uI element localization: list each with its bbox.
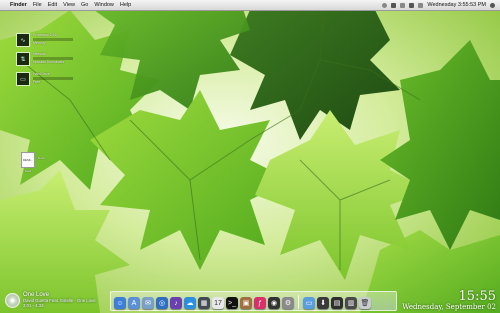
dashboard-icon[interactable]: ◉	[268, 297, 280, 309]
ichat-icon[interactable]: ☁	[184, 297, 196, 309]
processor-widget[interactable]: ∿ Processor 2.46 Memory	[16, 33, 73, 47]
mail-icon[interactable]: ✉	[142, 297, 154, 309]
menubar-clock[interactable]: Wednesday 3:55:53 PM	[427, 2, 486, 8]
calendar-icon[interactable]: 17	[212, 297, 224, 309]
itunes-icon[interactable]: ♪	[170, 297, 182, 309]
terminal-icon[interactable]: >_	[226, 297, 238, 309]
menu-edit[interactable]: Edit	[48, 2, 57, 8]
widget-line1: Network	[33, 52, 46, 56]
bluetooth-icon[interactable]	[382, 2, 388, 8]
cd-disc-icon	[5, 292, 20, 308]
harddrive-widget[interactable]: ▭ Hard Drive Free	[16, 72, 73, 86]
stack-icon[interactable]: ▥	[345, 297, 357, 309]
menu-go[interactable]: Go	[81, 2, 88, 8]
now-playing-time: 3:01 - 4:33	[23, 303, 44, 308]
network-widget[interactable]: ⇅ Network Uploads Downloads	[16, 52, 73, 66]
time-machine-icon[interactable]	[391, 2, 397, 8]
desktop-file-label: Desk	[24, 169, 32, 173]
widget-line1: Hard Drive	[33, 72, 50, 76]
menu-view[interactable]: View	[63, 2, 75, 8]
preview-icon[interactable]: ▦	[198, 297, 210, 309]
widget-line2: Free	[33, 80, 41, 84]
battery-icon[interactable]	[418, 2, 424, 8]
trash-icon[interactable]: 🗑	[359, 297, 371, 309]
document-icon: DESK...	[21, 152, 35, 168]
activity-icon: ∿	[16, 33, 30, 47]
disk-icon: ▭	[16, 72, 30, 86]
volume-icon[interactable]	[409, 2, 415, 8]
flash-icon[interactable]: ƒ	[254, 297, 266, 309]
spotlight-icon[interactable]	[490, 2, 495, 8]
widget-line1: Processor 2.46	[33, 33, 57, 37]
preferences-icon[interactable]: ⚙	[282, 297, 294, 309]
now-playing-widget[interactable]: One Love David Guetta Feat. Estelle - On…	[5, 292, 96, 308]
downloads-icon[interactable]: ⬇	[317, 297, 329, 309]
applications-icon[interactable]: ▤	[331, 297, 343, 309]
desktop-file-icon[interactable]: DESK... Desk	[21, 152, 35, 173]
wifi-icon[interactable]	[400, 2, 406, 8]
desktop-clock: 15:55 Wednesday, September 02	[402, 290, 496, 311]
photo-icon[interactable]: ▣	[240, 297, 252, 309]
menu-bar: Finder File Edit View Go Window Help Wed…	[0, 0, 500, 11]
desktop-docs-label[interactable]: Docs	[38, 156, 45, 160]
widget-line2: Uploads Downloads	[33, 60, 65, 64]
folder-icon[interactable]: ▭	[303, 297, 315, 309]
widget-line2: Memory	[33, 41, 46, 45]
menu-help[interactable]: Help	[120, 2, 131, 8]
menu-file[interactable]: File	[33, 2, 42, 8]
dock-separator	[298, 295, 299, 309]
finder-icon[interactable]: ☺	[114, 297, 126, 309]
menu-window[interactable]: Window	[94, 2, 114, 8]
dock-icons: ☺ A ✉ ◎ ♪ ☁ ▦ 17 >_ ▣ ƒ ◉ ⚙ ▭ ⬇ ▤ ▥ 🗑	[114, 289, 371, 309]
app-store-icon[interactable]: A	[128, 297, 140, 309]
menu-app-name[interactable]: Finder	[10, 2, 27, 8]
clock-time: 15:55	[458, 289, 496, 304]
network-icon: ⇅	[16, 52, 30, 66]
clock-date: Wednesday, September 02	[402, 303, 496, 311]
safari-icon[interactable]: ◎	[156, 297, 168, 309]
desktop-wallpaper	[0, 0, 500, 313]
